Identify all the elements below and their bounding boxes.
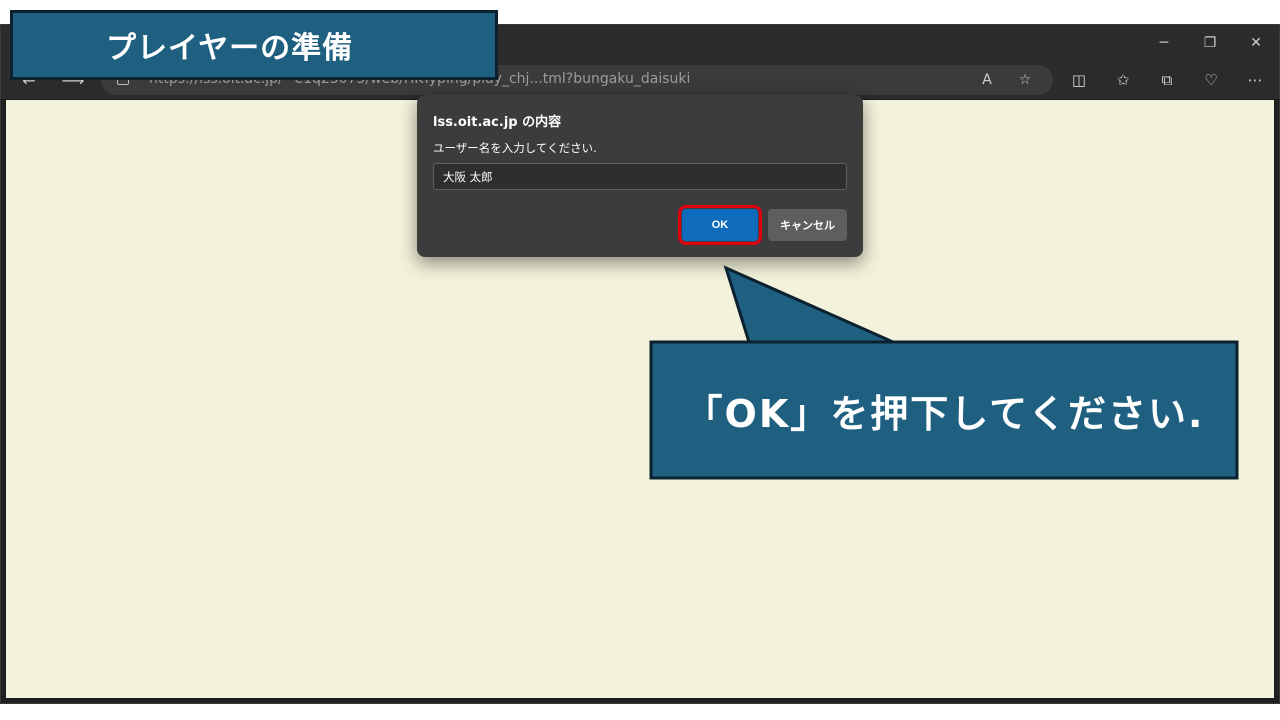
screenshot-stage: ─ ❐ ✕ ← ⟶ https://lss.oit.ac.jp/~e1q2307… [0, 0, 1280, 720]
callout-instruction: 「OK」を押下してください. [684, 391, 1205, 436]
